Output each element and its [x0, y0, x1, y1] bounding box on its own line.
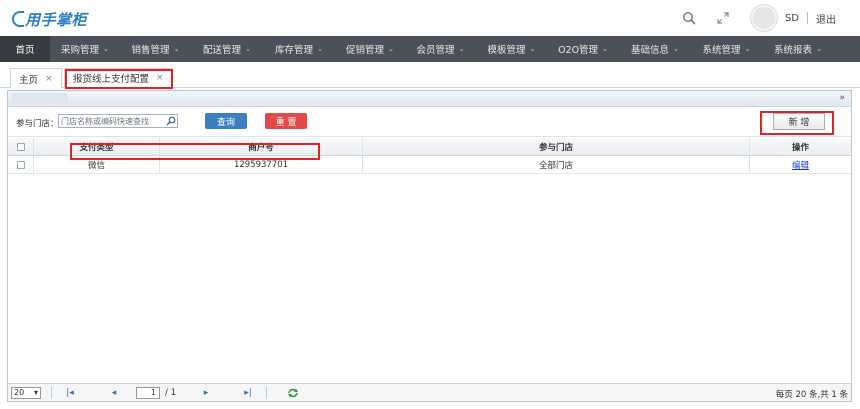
chevron-down-icon: ▾: [33, 388, 38, 397]
chevron-down-icon: ⌄: [529, 45, 536, 53]
nav-item-1[interactable]: 采购管理 ⌄: [50, 36, 120, 62]
search-bar: 参与门店： 查询 重 置 新 增: [8, 107, 851, 137]
close-icon[interactable]: ×: [45, 74, 53, 84]
prev-page-icon[interactable]: ◂: [106, 388, 122, 398]
chevron-down-icon: ⌄: [816, 45, 822, 53]
nav-item-label: 销售管理: [131, 45, 170, 56]
close-icon[interactable]: ×: [156, 73, 164, 83]
chevron-down-icon: ⌄: [103, 45, 109, 53]
last-page-icon[interactable]: ▸|: [240, 388, 256, 398]
tab-bar: 主页 × 报货线上支付配置 ×: [0, 62, 860, 88]
tab-home-label: 主页: [19, 74, 39, 86]
tab-online-payment-config[interactable]: 报货线上支付配置 ×: [64, 68, 173, 88]
nav-item-7[interactable]: 模板管理 ⌄: [476, 36, 547, 62]
next-page-icon[interactable]: ▸: [198, 388, 214, 398]
nav-item-label: 配送管理: [203, 45, 242, 56]
reset-button[interactable]: 重 置: [265, 113, 307, 129]
pager-divider: [51, 386, 52, 399]
nav-item-label: 系统报表: [774, 45, 813, 56]
panel-header: »: [8, 91, 851, 107]
collapse-icon[interactable]: »: [839, 93, 845, 103]
total-pages: / 1: [165, 387, 176, 398]
edit-link[interactable]: 编辑: [792, 159, 809, 171]
panel-title-placeholder: [12, 93, 68, 104]
first-page-icon[interactable]: |◂: [62, 388, 78, 398]
add-button[interactable]: 新 增: [773, 113, 825, 130]
header-divider: [807, 12, 808, 24]
column-header-pay-type[interactable]: 支付类型: [34, 138, 160, 155]
cell-pay-type: 微信: [34, 156, 160, 173]
cell-stores: 全部门店: [363, 156, 750, 173]
table-header-row: 支付类型 商户号 参与门店 操作: [8, 138, 851, 156]
select-all-checkbox[interactable]: [16, 142, 25, 151]
username[interactable]: SD: [785, 13, 799, 24]
nav-item-9[interactable]: 基础信息 ⌄: [619, 36, 691, 62]
nav-item-11[interactable]: 系统报表 ⌄: [762, 36, 834, 62]
nav-item-label: 库存管理: [275, 45, 314, 56]
content-panel: » 参与门店： 查询 重 置 新 增 支付类型 商户号 参与门店 操作 微信 1…: [7, 90, 852, 402]
avatar[interactable]: [750, 5, 777, 31]
nav-item-label: 采购管理: [61, 45, 100, 56]
row-select-cell: [8, 156, 34, 173]
row-checkbox[interactable]: [16, 160, 25, 169]
fullscreen-icon[interactable]: [713, 8, 733, 28]
nav-item-label: 首页: [15, 45, 35, 56]
select-all-cell: [8, 138, 34, 155]
top-header: 用手掌柜 SD 退出: [0, 0, 860, 36]
nav-item-4[interactable]: 库存管理 ⌄: [263, 36, 335, 62]
chevron-down-icon: ⌄: [458, 45, 465, 53]
nav-item-5[interactable]: 促销管理 ⌄: [335, 36, 405, 62]
page-size-select[interactable]: 20 ▾: [11, 386, 41, 399]
store-filter-label: 参与门店：: [16, 119, 59, 129]
nav-item-2[interactable]: 销售管理 ⌄: [120, 36, 191, 62]
column-header-stores[interactable]: 参与门店: [363, 138, 750, 155]
cell-merchant-no: 1295937701: [160, 156, 363, 173]
header-actions: SD 退出: [679, 5, 836, 31]
nav-item-label: 会员管理: [416, 45, 455, 56]
page-size-value: 20: [14, 388, 25, 397]
chevron-down-icon: ⌄: [744, 45, 751, 53]
search-icon[interactable]: [679, 8, 699, 28]
cell-action: 编辑: [750, 156, 851, 173]
column-header-merchant-no[interactable]: 商户号: [160, 138, 363, 155]
nav-item-10[interactable]: 系统管理 ⌄: [691, 36, 762, 62]
query-button[interactable]: 查询: [205, 113, 247, 129]
nav-item-8[interactable]: O2O管理 ⌄: [547, 36, 619, 62]
nav-item-label: 系统管理: [702, 45, 741, 56]
logo-mark-icon: [12, 11, 24, 27]
current-page-input[interactable]: 1: [136, 386, 160, 399]
main-nav: 首页 采购管理 ⌄ 销售管理 ⌄ 配送管理 ⌄ 库存管理 ⌄ 促销管理 ⌄ 会员管理 ⌄ 模板管理 ⌄ O2O…: [0, 36, 860, 62]
nav-item-label: 模板管理: [487, 45, 526, 56]
table-row[interactable]: 微信 1295937701 全部门店 编辑: [8, 156, 851, 174]
tab-current-label: 报货线上支付配置: [73, 74, 150, 85]
store-search-field: [58, 114, 178, 128]
nav-item-label: 基础信息: [631, 45, 670, 56]
logout-link[interactable]: 退出: [816, 11, 836, 26]
logo-text: 用手掌柜: [25, 10, 88, 29]
nav-item-0[interactable]: 首页: [0, 36, 50, 62]
nav-item-3[interactable]: 配送管理 ⌄: [191, 36, 263, 62]
page-info: 每页 20 条,共 1 条: [775, 390, 848, 400]
app-logo[interactable]: 用手掌柜: [12, 9, 87, 29]
chevron-down-icon: ⌄: [673, 45, 679, 53]
nav-item-label: O2O管理: [558, 45, 599, 56]
chevron-down-icon: ⌄: [602, 45, 608, 53]
chevron-down-icon: ⌄: [317, 45, 323, 53]
tab-home[interactable]: 主页 ×: [10, 68, 62, 88]
search-icon[interactable]: [166, 116, 176, 126]
refresh-icon[interactable]: [287, 388, 299, 398]
nav-item-6[interactable]: 会员管理 ⌄: [405, 36, 476, 62]
chevron-down-icon: ⌄: [245, 45, 251, 53]
column-header-action: 操作: [791, 142, 809, 153]
pagination-bar: 20 ▾ |◂ ◂ 1 / 1 ▸ ▸| 每页 20 条,共 1 条: [8, 383, 851, 401]
nav-item-label: 促销管理: [346, 45, 385, 56]
pager-divider: [265, 386, 267, 399]
chevron-down-icon: ⌄: [388, 45, 394, 53]
data-grid: 支付类型 商户号 参与门店 操作 微信 1295937701 全部门店 编辑: [8, 138, 851, 174]
store-search-input[interactable]: [59, 115, 167, 127]
chevron-down-icon: ⌄: [173, 45, 180, 53]
